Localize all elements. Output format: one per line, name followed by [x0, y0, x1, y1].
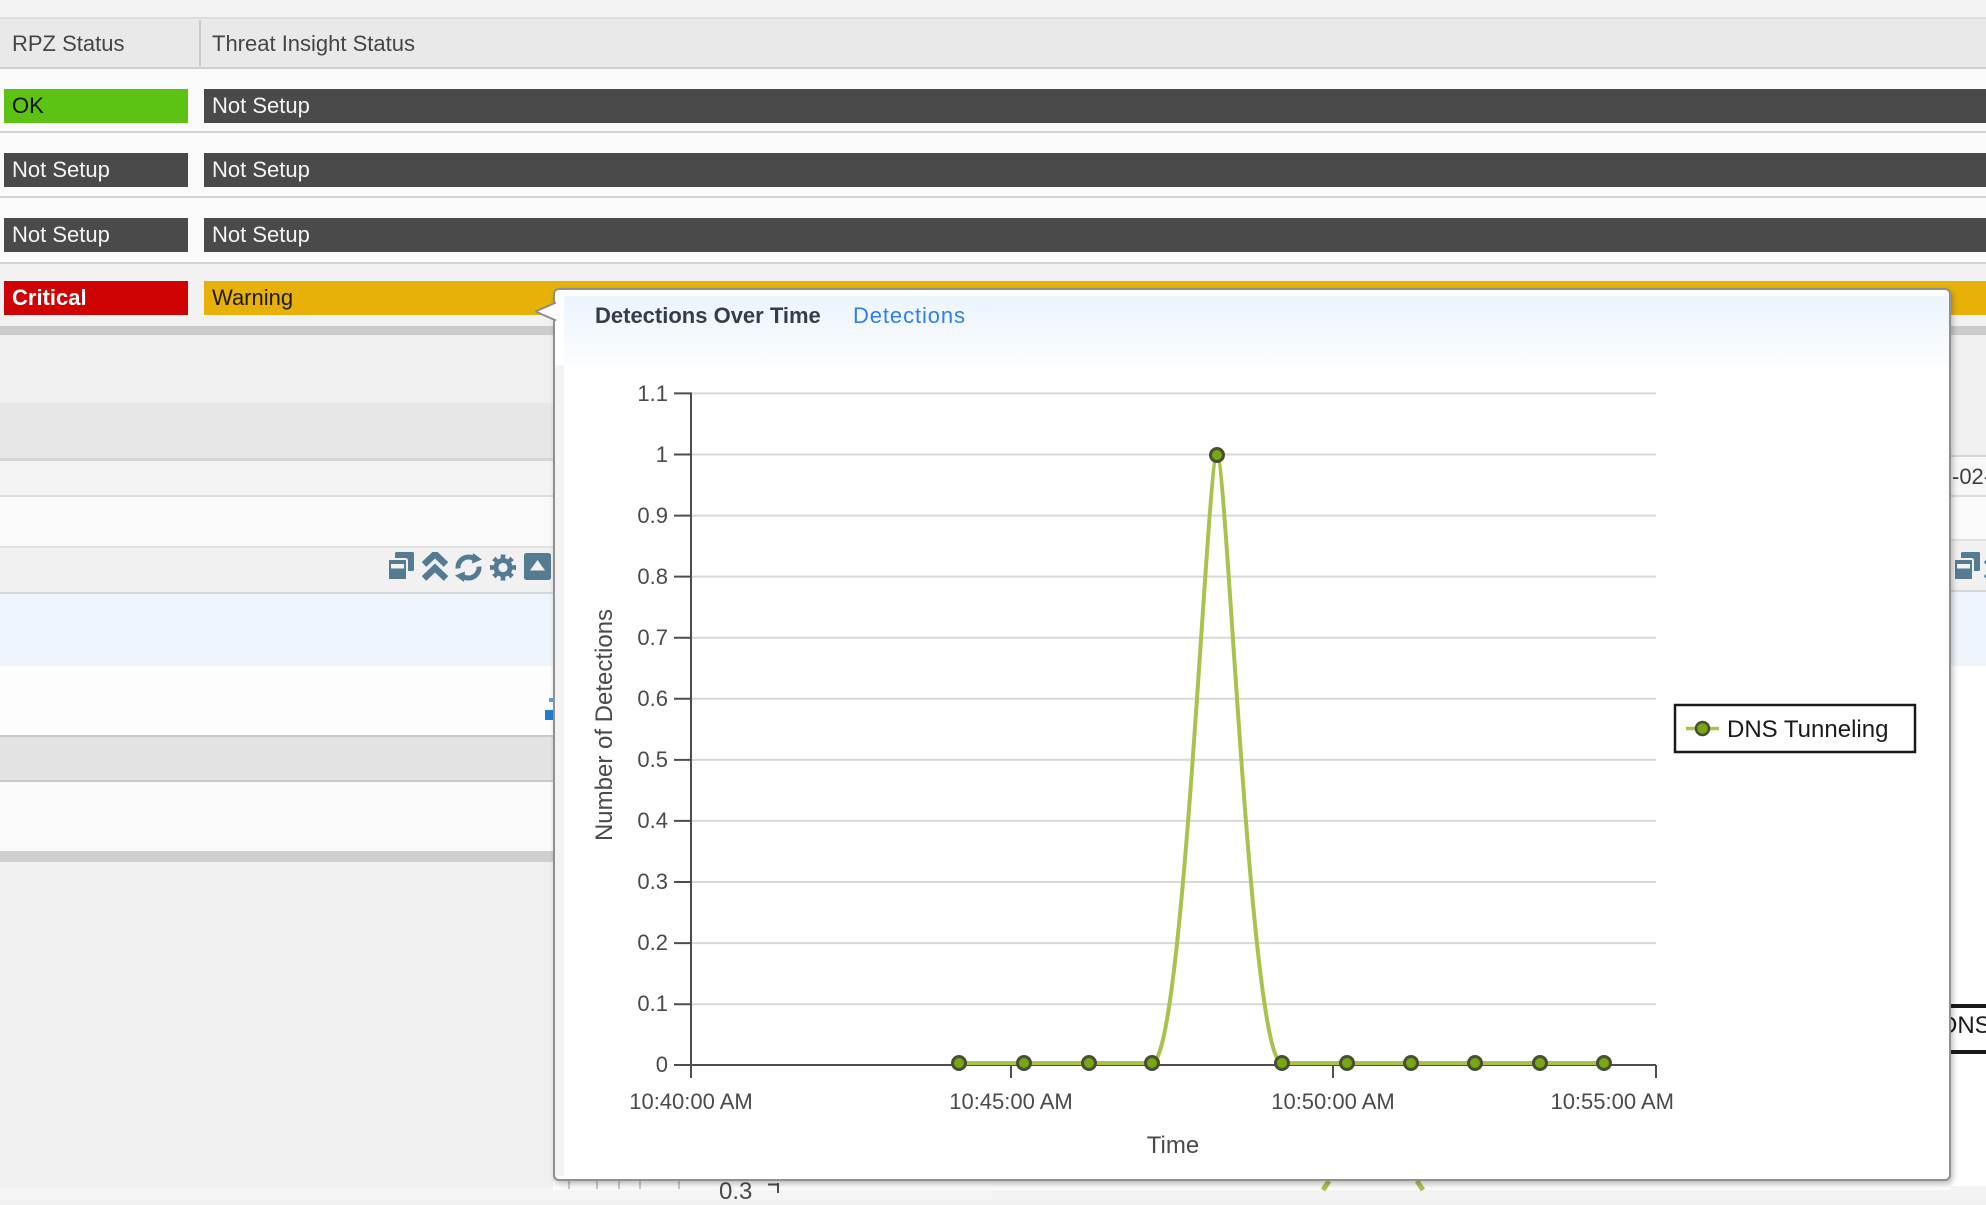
svg-text:1: 1	[656, 442, 668, 467]
svg-text:10:50:00 AM: 10:50:00 AM	[1271, 1089, 1395, 1114]
svg-text:0.1: 0.1	[637, 991, 668, 1016]
svg-text:0.8: 0.8	[637, 564, 668, 589]
svg-text:10:40:00 AM: 10:40:00 AM	[629, 1089, 753, 1114]
svg-text:10:55:00 AM: 10:55:00 AM	[1550, 1089, 1674, 1114]
svg-text:0.9: 0.9	[637, 503, 668, 528]
svg-text:10:45:00 AM: 10:45:00 AM	[949, 1089, 1073, 1114]
svg-text:Time: Time	[1147, 1132, 1199, 1159]
svg-text:0.2: 0.2	[637, 930, 668, 955]
svg-text:DNS Tunneling: DNS Tunneling	[1727, 716, 1888, 743]
svg-text:0.3: 0.3	[637, 869, 668, 894]
svg-text:0.5: 0.5	[637, 747, 668, 772]
svg-text:0: 0	[656, 1052, 668, 1077]
svg-text:1.1: 1.1	[637, 381, 668, 406]
svg-text:0.7: 0.7	[637, 625, 668, 650]
svg-text:0.4: 0.4	[637, 808, 668, 833]
svg-text:Number of Detections: Number of Detections	[591, 609, 618, 841]
svg-text:0.6: 0.6	[637, 686, 668, 711]
